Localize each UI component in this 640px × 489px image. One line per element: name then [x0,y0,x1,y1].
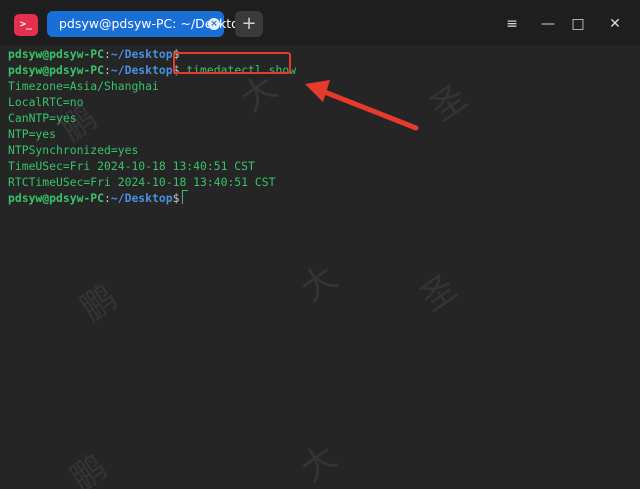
terminal-window: >_ pdsyw@pdsyw-PC: ~/Desktop × + ≡ — □ ✕… [0,0,640,489]
annotation-arrow-icon [305,80,419,131]
